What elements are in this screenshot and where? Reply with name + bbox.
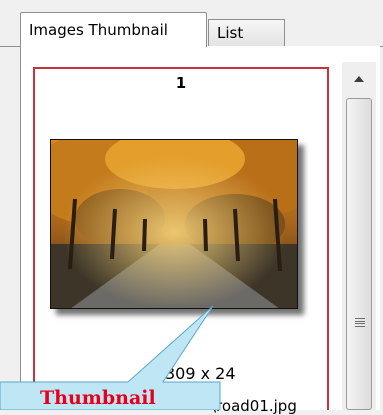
vertical-scrollbar[interactable] (342, 62, 376, 410)
callout-label: Thumbnail (40, 387, 156, 409)
tab-strip: Images Thumbnail List (0, 0, 383, 47)
thumbnail-index: 1 (175, 74, 187, 92)
scroll-thumb[interactable] (346, 98, 372, 410)
thumbnail-image[interactable] (50, 139, 298, 309)
tab-images-thumbnail[interactable]: Images Thumbnail (20, 12, 207, 47)
tab-list[interactable]: List (208, 19, 285, 46)
scroll-up-button[interactable] (342, 66, 376, 92)
grip-icon (355, 318, 365, 327)
autumn-road-photo-icon (50, 139, 298, 309)
arrow-up-icon (354, 76, 364, 82)
tab-label: List (217, 24, 244, 42)
thumbnail-dimensions: 309 x 24 (165, 364, 236, 383)
thumbnail-item[interactable]: 1 309 x 24 \road01.jpg (33, 67, 329, 415)
thumbnail-filename: \road01.jpg (211, 397, 297, 415)
tab-label: Images Thumbnail (29, 21, 168, 39)
